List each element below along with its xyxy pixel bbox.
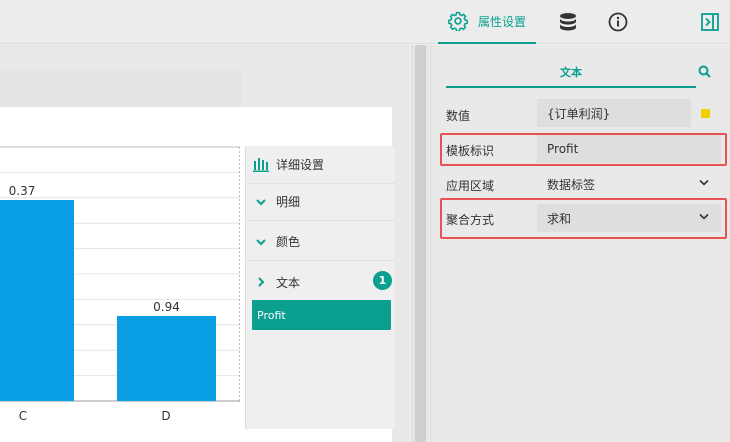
top-toolbar: 属性设置	[0, 0, 730, 44]
chevron-down-icon	[246, 198, 276, 206]
x-axis-labels: CD	[19, 409, 171, 423]
chevron-down-icon	[246, 238, 276, 246]
chevron-down-icon	[699, 179, 709, 186]
template-id-field[interactable]: Profit	[537, 135, 721, 163]
data-label-c: 0.37	[9, 184, 36, 198]
x-tick-label-c: C	[19, 409, 27, 423]
tab-data-source[interactable]	[556, 0, 580, 44]
report-canvas[interactable]: 0.37 0.94 CD 详细设置 明细 颜色 文本 1 Profit	[0, 45, 410, 442]
aggregation-label: 聚合方式	[446, 213, 495, 227]
menu-item-text-label: 文本	[276, 275, 301, 290]
tab-property-settings-label: 属性设置	[477, 14, 526, 29]
tab-text[interactable]: 文本	[446, 58, 696, 88]
chevron-down-icon	[699, 213, 709, 220]
x-tick-label-d: D	[161, 409, 170, 423]
chart-bars: 0.37 0.94	[0, 184, 216, 401]
bar-c[interactable]	[0, 200, 74, 401]
data-label-d: 0.94	[153, 300, 180, 314]
settings-bars-icon	[246, 157, 276, 172]
count-badge: 1	[373, 271, 392, 290]
menu-item-detail[interactable]: 明细	[246, 183, 396, 221]
bar-chart[interactable]: 0.370.94 CD	[0, 145, 245, 442]
apply-region-select[interactable]: 数据标签	[537, 170, 721, 198]
menu-item-detail-label: 明细	[276, 195, 301, 209]
collapse-panel-button[interactable]	[698, 0, 722, 44]
gear-icon	[448, 11, 468, 31]
menu-item-color[interactable]: 颜色	[246, 223, 396, 261]
value-label: 数值	[446, 109, 471, 123]
search-icon[interactable]	[697, 64, 713, 80]
canvas-scrollbar[interactable]	[411, 45, 429, 442]
apply-region-value: 数据标签	[547, 177, 596, 192]
database-icon	[560, 13, 576, 31]
value-field[interactable]: {订单利润}	[537, 99, 691, 127]
apply-region-label: 应用区域	[446, 179, 495, 193]
template-id-label: 模板标识	[446, 144, 495, 158]
info-icon	[608, 12, 628, 32]
tab-info[interactable]	[606, 0, 630, 44]
property-panel: 文本 数值 {订单利润} 模板标识 Profit 应用区域 数据标签 聚合方式 …	[430, 45, 730, 442]
panel-collapse-icon	[701, 13, 719, 31]
aggregation-value: 求和	[547, 211, 572, 226]
detail-settings-title: 详细设置	[276, 158, 325, 172]
aggregation-select[interactable]: 求和	[537, 204, 721, 232]
tab-property-settings[interactable]: 属性设置	[438, 0, 536, 44]
color-swatch[interactable]	[701, 109, 710, 118]
bar-d[interactable]	[117, 316, 216, 401]
detail-settings-menu: 详细设置 明细 颜色 文本 1 Profit	[245, 146, 396, 429]
detail-settings-header[interactable]: 详细设置	[246, 146, 396, 184]
field-pill-profit[interactable]: Profit	[252, 300, 391, 330]
menu-item-color-label: 颜色	[276, 235, 301, 249]
chevron-right-icon	[246, 276, 276, 288]
scrollbar-thumb[interactable]	[415, 45, 426, 442]
